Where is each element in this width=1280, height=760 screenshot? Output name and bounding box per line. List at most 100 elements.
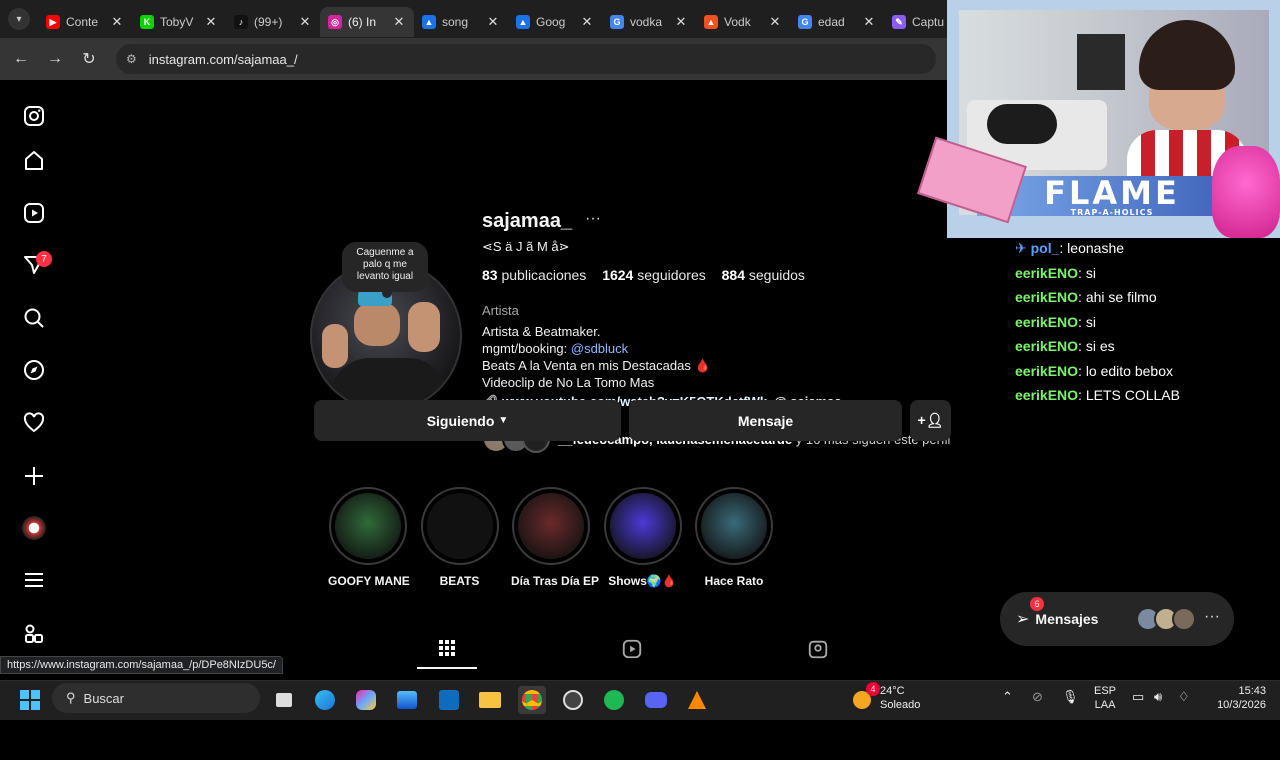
forward-button[interactable]: →	[38, 50, 72, 68]
also-from-meta-icon[interactable]	[22, 622, 46, 646]
following-stat[interactable]: 884 seguidos	[722, 267, 805, 283]
close-tab-icon[interactable]: ✕	[110, 14, 124, 30]
highlight-cover	[701, 493, 767, 559]
create-plus-icon[interactable]	[22, 464, 46, 488]
language-indicator[interactable]: ESP LAA	[1094, 684, 1116, 712]
browser-tab[interactable]: ▲ Goog ✕	[508, 7, 602, 37]
tab-favicon-icon: ✎	[892, 15, 906, 29]
story-highlight[interactable]: Shows🌍🩸	[603, 487, 683, 588]
chat-username: eerikENO	[1015, 387, 1079, 403]
explore-compass-icon[interactable]	[22, 358, 46, 382]
tray-overflow-icon[interactable]: ⌃	[1002, 690, 1013, 704]
chat-username: pol_	[1030, 240, 1060, 256]
more-dots-icon: ···	[1204, 608, 1220, 625]
messages-label: Mensajes	[1035, 611, 1099, 627]
obs-icon[interactable]	[559, 686, 587, 714]
profile-username: sajamaa_	[482, 210, 573, 232]
story-highlight[interactable]: GOOFY MANE	[328, 487, 410, 588]
chat-text: : leonashe	[1059, 240, 1125, 256]
back-button[interactable]: ←	[4, 50, 38, 68]
chat-message: eerikENO: si es	[1015, 334, 1275, 359]
browser-tab[interactable]: Gvodka ✕	[602, 7, 696, 37]
close-tab-icon[interactable]: ✕	[580, 14, 594, 30]
close-tab-icon[interactable]: ✕	[768, 14, 782, 30]
address-bar[interactable]: ⚙ instagram.com/sajamaa_/	[116, 44, 936, 74]
close-tab-icon[interactable]: ✕	[298, 14, 312, 30]
highlight-cover	[609, 493, 676, 559]
suggest-people-button[interactable]: +👤︎	[910, 400, 951, 441]
discord-icon[interactable]	[642, 686, 670, 714]
close-tab-icon[interactable]: ✕	[862, 14, 876, 30]
close-tab-icon[interactable]: ✕	[674, 14, 688, 30]
browser-tab[interactable]: ◎ (6) In ✕	[320, 7, 414, 37]
chat-message: eerikENO: lo edito bebox	[1015, 359, 1275, 384]
chat-username: eerikENO	[1015, 362, 1079, 379]
tab-title: vodka	[630, 15, 663, 29]
task-view-icon[interactable]	[270, 686, 298, 714]
reels-icon[interactable]	[22, 201, 46, 225]
story-highlight[interactable]: Hace Rato	[694, 487, 774, 588]
store-icon[interactable]	[393, 686, 421, 714]
close-tab-icon[interactable]: ✕	[204, 14, 218, 30]
profile-avatar-icon[interactable]	[22, 516, 46, 540]
more-menu-icon[interactable]	[22, 568, 46, 592]
highlight-cover	[518, 493, 584, 559]
browser-tab[interactable]: K TobyV ✕	[132, 7, 226, 37]
profile-options-icon[interactable]: ···	[585, 210, 601, 228]
file-explorer-icon[interactable]	[476, 686, 504, 714]
messages-pill[interactable]: ➢ 6 Mensajes ···	[1000, 592, 1234, 646]
pin-icon: ✈	[1015, 240, 1031, 256]
notifications-heart-icon[interactable]	[22, 411, 46, 435]
message-button[interactable]: Mensaje	[629, 400, 902, 441]
browser-tab[interactable]: ♪ (99+) ✕	[226, 7, 320, 37]
chat-username: eerikENO	[1015, 338, 1079, 354]
tab-favicon-icon: ▲	[516, 15, 530, 29]
chat-username: eerikENO	[1015, 313, 1079, 330]
chat-text: : si	[1078, 264, 1096, 281]
browser-tab[interactable]: Gedad ✕	[790, 7, 884, 37]
browser-tab[interactable]: ▶ Conte ✕	[38, 7, 132, 37]
vlc-icon[interactable]	[683, 686, 711, 714]
volume-icon[interactable]: 🔊︎	[1154, 690, 1162, 704]
profile-category: Artista	[482, 303, 519, 318]
display-icon[interactable]: ▭	[1132, 690, 1144, 704]
tab-tagged[interactable]	[788, 629, 848, 669]
outlook-icon[interactable]	[435, 686, 463, 714]
chat-message: eerikENO: si	[1015, 261, 1275, 286]
close-tab-icon[interactable]: ✕	[392, 14, 406, 30]
profile-tabs	[318, 625, 950, 675]
instagram-logo-icon[interactable]	[22, 104, 46, 128]
tab-favicon-icon: ▲	[704, 15, 718, 29]
tab-posts[interactable]	[417, 629, 477, 669]
microphone-icon[interactable]: 🎙︎	[1062, 690, 1079, 704]
bio-mention-link[interactable]: @sdbluck	[571, 341, 628, 356]
copilot-icon[interactable]	[352, 686, 380, 714]
story-highlight[interactable]: Día Tras Día EP	[511, 487, 599, 588]
story-highlight[interactable]: BEATS	[420, 487, 500, 588]
search-icon[interactable]	[22, 306, 46, 330]
network-muted-icon[interactable]: ⊘	[1032, 690, 1043, 704]
chrome-icon[interactable]	[518, 686, 546, 714]
taskbar-search[interactable]: ⚲ Buscar	[52, 683, 260, 713]
clock[interactable]: 15:43 10/3/2026	[1206, 684, 1266, 712]
notification-bell-icon[interactable]: ♢	[1178, 690, 1190, 704]
home-icon[interactable]	[22, 149, 46, 173]
browser-tab[interactable]: ▲ Vodk ✕	[696, 7, 790, 37]
spotify-icon[interactable]	[600, 686, 628, 714]
close-tab-icon[interactable]: ✕	[486, 14, 500, 30]
site-info-icon[interactable]: ⚙	[126, 52, 137, 66]
tab-favicon-icon: ♪	[234, 15, 248, 29]
weather-widget[interactable]: 24°C Soleado	[880, 684, 920, 712]
tab-search-dropdown[interactable]: ▾	[8, 8, 30, 30]
tab-reels[interactable]	[602, 629, 662, 669]
windows-start-icon[interactable]	[16, 686, 44, 714]
reload-button[interactable]: ↻	[72, 49, 106, 69]
highlight-cover	[426, 493, 493, 559]
highlight-cover	[335, 493, 401, 559]
followers-stat[interactable]: 1624 seguidores	[602, 267, 706, 283]
profile-note[interactable]: Caguenme a palo q me levanto igual	[342, 242, 428, 298]
following-button[interactable]: Siguiendo ▼	[314, 400, 621, 441]
search-icon: ⚲	[66, 690, 76, 705]
browser-tab[interactable]: ▲ song ✕	[414, 7, 508, 37]
edge-icon[interactable]	[311, 686, 339, 714]
